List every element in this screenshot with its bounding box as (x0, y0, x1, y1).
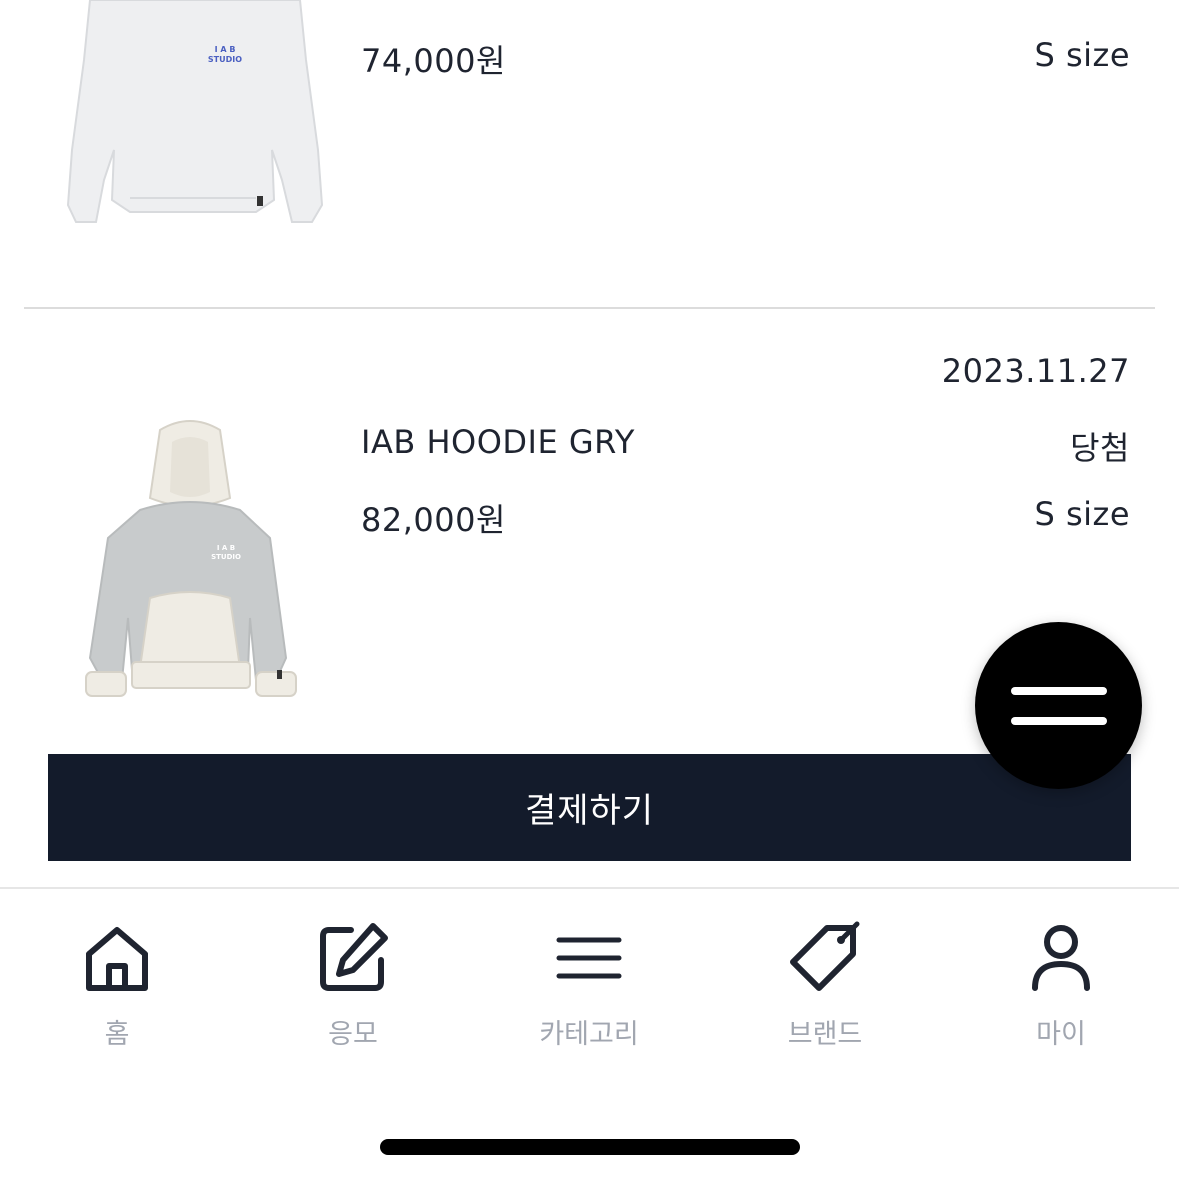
product-image[interactable]: I A B STUDIO (80, 418, 302, 700)
home-indicator[interactable] (380, 1139, 800, 1155)
nav-item-my[interactable]: 마이 (961, 918, 1161, 1058)
home-icon (86, 927, 148, 991)
nav-label: 카테고리 (539, 1019, 639, 1050)
nav-label: 마이 (1036, 1019, 1086, 1050)
entry-date: 2023.11.27 (941, 352, 1130, 390)
svg-text:I A B: I A B (217, 544, 235, 552)
edit-icon (320, 923, 388, 991)
menu-icon (1010, 686, 1107, 725)
nav-divider (0, 887, 1179, 889)
nav-item-category[interactable]: 카테고리 (489, 918, 689, 1058)
nav-label: 응모 (328, 1019, 378, 1050)
product-size: S size (1034, 36, 1130, 74)
pay-button[interactable]: 결제하기 (48, 754, 1131, 861)
list-icon (556, 937, 622, 979)
nav-item-entry[interactable]: 응모 (253, 918, 453, 1058)
divider (24, 307, 1155, 309)
nav-item-home[interactable]: 홈 (17, 918, 217, 1058)
product-price: 82,000원 (361, 501, 506, 539)
product-name: IAB HOODIE GRY (361, 423, 635, 461)
svg-text:I A B: I A B (215, 45, 236, 54)
product-price: 74,000원 (361, 42, 506, 80)
user-icon (1032, 925, 1090, 991)
nav-item-brand[interactable]: 브랜드 (725, 918, 925, 1058)
nav-label: 홈 (104, 1019, 130, 1050)
svg-text:STUDIO: STUDIO (211, 553, 241, 561)
nav-label: 브랜드 (787, 1019, 863, 1050)
svg-text:STUDIO: STUDIO (208, 55, 242, 64)
product-image[interactable]: I A B STUDIO (60, 0, 330, 232)
tag-icon (790, 921, 860, 991)
floating-menu-button[interactable] (975, 622, 1142, 789)
product-size: S size (1034, 495, 1130, 533)
result-status: 당첨 (1070, 429, 1130, 467)
